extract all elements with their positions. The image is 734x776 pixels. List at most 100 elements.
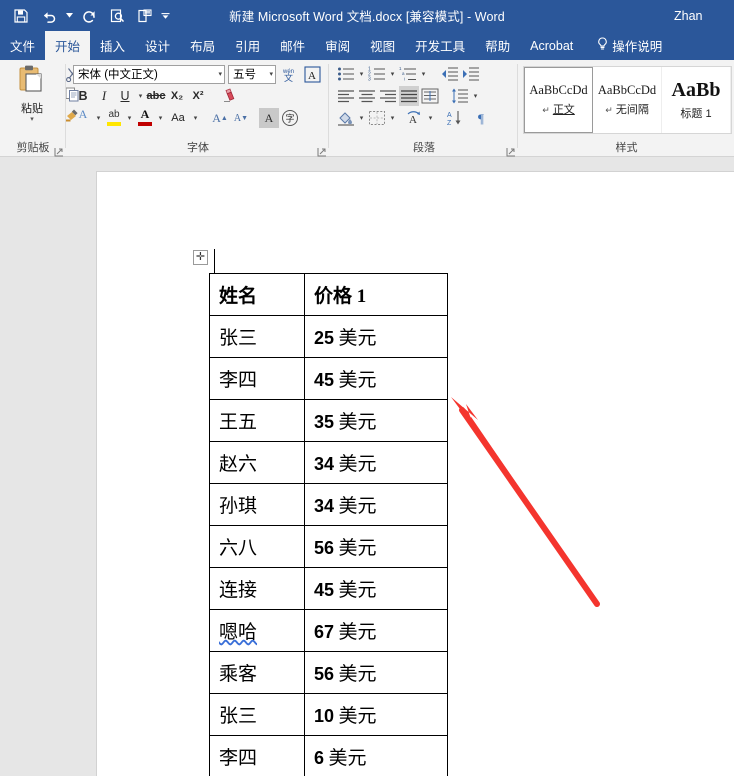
paste-dropdown-icon[interactable]: ▾ — [30, 116, 34, 123]
align-justify-button[interactable] — [399, 86, 419, 106]
line-spacing-dropdown-icon[interactable]: ▾ — [471, 86, 480, 106]
table-header-cell-price[interactable]: 价格 1 — [304, 273, 448, 316]
font-name-combo[interactable]: 宋体 (中文正文) ▾ — [73, 64, 225, 84]
style-item-normal[interactable]: AaBbCcDd ↵ 正文 — [524, 67, 594, 133]
character-border-button[interactable]: A — [302, 64, 322, 84]
tab-home[interactable]: 开始 — [45, 31, 91, 60]
multilevel-list-button[interactable]: 1ai — [398, 64, 418, 84]
sort-button[interactable]: AZ — [445, 108, 465, 128]
character-shading-button[interactable]: A — [259, 108, 279, 128]
cell-price[interactable]: 45 美元 — [304, 567, 448, 610]
cell-name[interactable]: 孙琪 — [209, 483, 305, 526]
numbering-dropdown-icon[interactable]: ▾ — [388, 64, 397, 84]
underline-dropdown-icon[interactable]: ▾ — [136, 86, 145, 106]
cell-name[interactable]: 张三 — [209, 315, 305, 358]
distribute-button[interactable] — [420, 86, 440, 106]
numbering-button[interactable]: 123 — [367, 64, 387, 84]
cell-name[interactable]: 乘客 — [209, 651, 305, 694]
cell-name[interactable]: 张三 — [209, 693, 305, 736]
user-account-label[interactable]: Zhan — [674, 0, 730, 31]
tell-me-box[interactable]: 操作说明 — [583, 31, 672, 60]
italic-button[interactable]: I — [94, 86, 114, 106]
style-item-no-spacing[interactable]: AaBbCcDd ↵ 无间隔 — [593, 67, 663, 133]
cell-name[interactable]: 连接 — [209, 567, 305, 610]
document-canvas[interactable]: ✛ 姓名 价格 1 张三 25 美元 李四 45 美元 王五 35 美元 赵六 … — [0, 157, 734, 776]
borders-dropdown-icon[interactable]: ▾ — [388, 108, 397, 128]
cell-name[interactable]: 李四 — [209, 735, 305, 776]
document-page[interactable]: ✛ 姓名 价格 1 张三 25 美元 李四 45 美元 王五 35 美元 赵六 … — [97, 172, 734, 776]
cell-price[interactable]: 34 美元 — [304, 483, 448, 526]
chevron-down-icon[interactable]: ▾ — [266, 70, 273, 78]
cell-price[interactable]: 34 美元 — [304, 441, 448, 484]
bullets-button[interactable] — [336, 64, 356, 84]
table-header-cell-name[interactable]: 姓名 — [209, 273, 305, 316]
shrink-font-button[interactable]: A ▼ — [231, 108, 251, 128]
cell-name[interactable]: 李四 — [209, 357, 305, 400]
cell-price[interactable]: 45 美元 — [304, 357, 448, 400]
tab-layout[interactable]: 布局 — [180, 31, 225, 60]
align-right-button[interactable] — [378, 86, 398, 106]
strikethrough-button[interactable]: abc — [146, 86, 166, 106]
line-spacing-button[interactable] — [450, 86, 470, 106]
cell-name[interactable]: 王五 — [209, 399, 305, 442]
align-left-button[interactable] — [336, 86, 356, 106]
text-highlight-button[interactable]: ab — [104, 108, 124, 128]
shading-button[interactable] — [336, 108, 356, 128]
font-color-button[interactable]: A — [135, 108, 155, 128]
highlight-dropdown-icon[interactable]: ▾ — [125, 108, 134, 128]
show-formatting-marks-button[interactable]: ¶ — [473, 108, 493, 128]
font-color-dropdown-icon[interactable]: ▾ — [156, 108, 165, 128]
tab-insert[interactable]: 插入 — [90, 31, 135, 60]
tab-acrobat[interactable]: Acrobat — [520, 31, 583, 60]
increase-indent-button[interactable] — [461, 64, 481, 84]
cell-price[interactable]: 6 美元 — [304, 735, 448, 776]
cell-price[interactable]: 56 美元 — [304, 651, 448, 694]
tab-help[interactable]: 帮助 — [475, 31, 520, 60]
decrease-indent-button[interactable] — [440, 64, 460, 84]
tab-mailings[interactable]: 邮件 — [270, 31, 315, 60]
asian-layout-dropdown-icon[interactable]: ▾ — [426, 108, 435, 128]
change-case-button[interactable]: Aa — [166, 108, 190, 128]
cell-price[interactable]: 67 美元 — [304, 609, 448, 652]
chevron-down-icon[interactable]: ▾ — [215, 70, 222, 78]
clipboard-dialog-launcher[interactable] — [54, 144, 64, 157]
enclose-character-button[interactable]: 字 — [280, 108, 300, 128]
style-item-heading1[interactable]: AaBb 标题 1 — [662, 67, 731, 133]
table-row: 张三 10 美元 — [209, 693, 448, 736]
multilevel-dropdown-icon[interactable]: ▾ — [419, 64, 428, 84]
underline-button[interactable]: U — [115, 86, 135, 106]
cell-price[interactable]: 35 美元 — [304, 399, 448, 442]
phonetic-guide-button[interactable]: wén 文 — [279, 64, 299, 84]
cell-name[interactable]: 嗯哈 — [209, 609, 305, 652]
font-size-combo[interactable]: 五号 ▾ — [228, 64, 276, 84]
change-case-dropdown-icon[interactable]: ▾ — [191, 108, 200, 128]
paragraph-dialog-launcher[interactable] — [506, 144, 516, 157]
shading-dropdown-icon[interactable]: ▾ — [357, 108, 366, 128]
cell-price[interactable]: 25 美元 — [304, 315, 448, 358]
align-center-button[interactable] — [357, 86, 377, 106]
price-table[interactable]: 姓名 价格 1 张三 25 美元 李四 45 美元 王五 35 美元 赵六 34… — [209, 273, 448, 776]
font-dialog-launcher[interactable] — [317, 144, 327, 157]
bold-button[interactable]: B — [73, 86, 93, 106]
clear-formatting-button[interactable] — [220, 86, 240, 106]
tab-design[interactable]: 设计 — [135, 31, 180, 60]
cell-price[interactable]: 56 美元 — [304, 525, 448, 568]
asian-layout-button[interactable]: A — [405, 108, 425, 128]
tab-view[interactable]: 视图 — [360, 31, 405, 60]
borders-button[interactable] — [367, 108, 387, 128]
paste-button[interactable]: 粘贴 ▾ — [6, 64, 58, 123]
text-effects-dropdown-icon[interactable]: ▾ — [94, 108, 103, 128]
cell-name[interactable]: 赵六 — [209, 441, 305, 484]
cell-price[interactable]: 10 美元 — [304, 693, 448, 736]
tab-review[interactable]: 审阅 — [315, 31, 360, 60]
tab-file[interactable]: 文件 — [0, 31, 45, 60]
cell-name[interactable]: 六八 — [209, 525, 305, 568]
tab-references[interactable]: 引用 — [225, 31, 270, 60]
table-move-handle[interactable]: ✛ — [193, 250, 208, 265]
tab-developer[interactable]: 开发工具 — [405, 31, 475, 60]
bullets-dropdown-icon[interactable]: ▾ — [357, 64, 366, 84]
subscript-button[interactable]: X₂ — [167, 86, 187, 106]
grow-font-button[interactable]: A ▲ — [210, 108, 230, 128]
superscript-button[interactable]: X² — [188, 86, 208, 106]
text-effects-button[interactable]: A — [73, 108, 93, 128]
